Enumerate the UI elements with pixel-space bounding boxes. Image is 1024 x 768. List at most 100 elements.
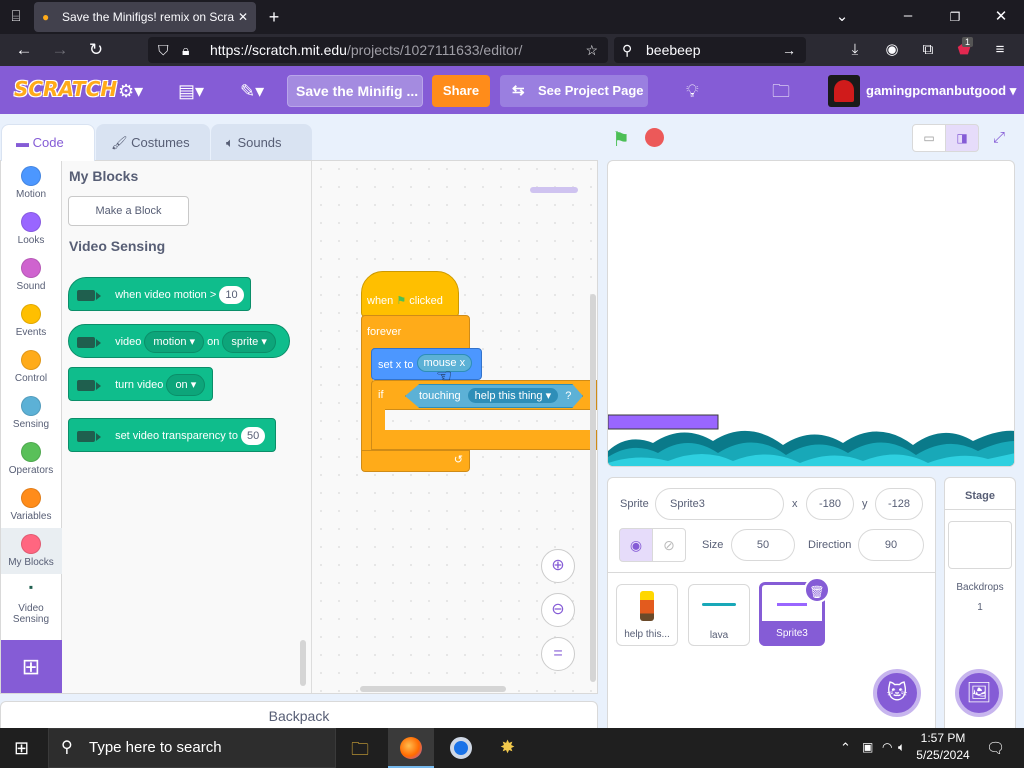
taskbar-clock[interactable]: 1:57 PM 5/25/2024 bbox=[915, 730, 971, 764]
workspace-vertical-scrollbar[interactable] bbox=[590, 294, 596, 682]
taskbar-search-icon: ⚲ bbox=[61, 739, 73, 756]
backpack-bar[interactable]: Backpack bbox=[0, 701, 598, 729]
motion-value-input[interactable]: 10 bbox=[219, 286, 244, 305]
tab-list-icon[interactable]: ⌸ bbox=[6, 9, 26, 25]
username[interactable]: gamingpcmanbutgood ▾ bbox=[866, 83, 1016, 99]
category-video-sensing[interactable]: ▪︎ Video Sensing bbox=[0, 580, 62, 625]
restore-icon[interactable]: ❐ bbox=[945, 9, 965, 25]
transparency-value-input[interactable]: 50 bbox=[241, 427, 266, 446]
app-bee-icon[interactable]: ✸ bbox=[500, 737, 515, 758]
chrome-icon[interactable] bbox=[450, 737, 472, 759]
see-project-page-button[interactable]: ⇆ See Project Page bbox=[500, 75, 648, 107]
stage-thumbnail[interactable] bbox=[948, 521, 1012, 569]
avatar[interactable] bbox=[828, 75, 860, 107]
downloads-icon[interactable]: ⤓ bbox=[845, 42, 865, 58]
category-my-blocks[interactable]: My Blocks bbox=[0, 534, 62, 568]
sprite-thumb-lava[interactable]: lava bbox=[688, 584, 750, 646]
new-tab-icon[interactable]: + bbox=[264, 8, 284, 26]
tab-close-icon[interactable]: ✕ bbox=[238, 2, 248, 32]
address-bar[interactable]: ⛉ 🔒︎ https://scratch.mit.edu/projects/10… bbox=[148, 37, 608, 63]
account-icon[interactable]: ◉ bbox=[882, 42, 902, 58]
windows-start-icon[interactable]: ⊞ bbox=[14, 738, 29, 758]
attribute-dropdown[interactable]: motion ▾ bbox=[144, 331, 205, 354]
file-menu-icon[interactable]: ▤▾ bbox=[178, 81, 204, 101]
direction-label: Direction bbox=[808, 539, 852, 551]
category-looks[interactable]: Looks bbox=[0, 212, 62, 246]
search-bar[interactable]: ⚲ beebeep → bbox=[614, 37, 806, 63]
forward-icon[interactable]: → bbox=[50, 41, 70, 58]
small-stage-icon[interactable]: ▭ bbox=[912, 124, 946, 152]
search-go-icon[interactable]: → bbox=[782, 37, 796, 63]
tab-costumes[interactable]: 🖌︎ Costumes bbox=[96, 124, 210, 160]
minimize-icon[interactable]: – bbox=[898, 8, 918, 24]
taskbar-search-box[interactable]: ⚲ Type here to search bbox=[48, 728, 336, 768]
tab-dropdown-icon[interactable]: ⌄ bbox=[832, 9, 852, 25]
tab-code[interactable]: ▬ Code bbox=[1, 124, 95, 161]
set-video-transparency-block[interactable]: set video transparency to 50 bbox=[68, 418, 276, 452]
hide-sprite-eye-icon[interactable]: ⊘ bbox=[652, 528, 686, 562]
subject-dropdown[interactable]: sprite ▾ bbox=[222, 331, 276, 354]
settings-gear-icon[interactable]: ⚙▾ bbox=[118, 81, 143, 101]
direction-field[interactable]: 90 bbox=[858, 529, 924, 561]
video-state-dropdown[interactable]: on ▾ bbox=[166, 374, 206, 397]
y-position-field[interactable]: -128 bbox=[875, 488, 923, 520]
show-sprite-eye-icon[interactable]: ◉ bbox=[619, 528, 653, 562]
sprite-name-field[interactable]: Sprite3 bbox=[655, 488, 784, 520]
category-sound[interactable]: Sound bbox=[0, 258, 62, 292]
set-x-block[interactable]: set x to mouse x bbox=[371, 348, 482, 380]
bookmark-star-icon[interactable]: ☆ bbox=[585, 37, 598, 63]
debug-lightbulb-icon[interactable]: 💡︎ bbox=[686, 81, 699, 101]
share-button[interactable]: Share bbox=[432, 75, 490, 107]
back-icon[interactable]: ← bbox=[14, 41, 34, 58]
category-motion[interactable]: Motion bbox=[0, 166, 62, 200]
choose-sprite-cat-icon[interactable]: 🐱︎ bbox=[873, 669, 921, 717]
fullscreen-icon[interactable]: ⤢ bbox=[985, 124, 1013, 152]
choose-backdrop-icon[interactable]: 🖼︎ bbox=[955, 669, 1003, 717]
when-video-motion-block[interactable]: when video motion > 10 bbox=[68, 277, 251, 311]
app-menu-icon[interactable]: ≡ bbox=[990, 42, 1010, 58]
green-flag-run-icon[interactable]: ⚑ bbox=[612, 127, 630, 152]
my-stuff-folder-icon[interactable]: 🗀 bbox=[772, 81, 790, 101]
palette-scrollbar[interactable] bbox=[300, 640, 306, 686]
sprite-thumb-help-this[interactable]: help this... bbox=[616, 584, 678, 646]
wifi-icon[interactable]: ◠ bbox=[882, 740, 892, 754]
normal-stage-icon[interactable]: ◨ bbox=[945, 124, 979, 152]
video-sensing-reporter[interactable]: video motion ▾ on sprite ▾ bbox=[68, 324, 290, 358]
setx-text: set x to bbox=[378, 358, 414, 371]
scratch-logo[interactable]: SCRATCH bbox=[14, 77, 117, 101]
project-title-input[interactable]: Save the Minifig ... bbox=[287, 75, 423, 107]
category-variables[interactable]: Variables bbox=[0, 488, 62, 522]
zoom-in-icon[interactable]: ⊕ bbox=[541, 549, 575, 583]
tab-sounds[interactable]: 🔈︎ Sounds bbox=[211, 124, 312, 160]
delete-sprite-trash-icon[interactable]: 🗑︎ bbox=[804, 577, 830, 603]
browser-tab[interactable]: ● Save the Minifigs! remix on Scra ✕ bbox=[34, 2, 256, 32]
make-a-block-button[interactable]: Make a Block bbox=[68, 196, 189, 226]
turn-video-block[interactable]: turn video on ▾ bbox=[68, 367, 213, 401]
category-events[interactable]: Events bbox=[0, 304, 62, 338]
forever-block[interactable]: forever bbox=[361, 315, 470, 349]
notifications-icon[interactable]: 🗨︎ bbox=[986, 739, 1005, 757]
file-explorer-icon[interactable]: 🗀 bbox=[351, 737, 369, 767]
network-icon[interactable]: ▣ bbox=[862, 740, 873, 754]
category-operators[interactable]: Operators bbox=[0, 442, 62, 476]
edit-menu-icon[interactable]: ✎▾ bbox=[240, 81, 264, 101]
size-field[interactable]: 50 bbox=[731, 529, 795, 561]
volume-icon[interactable]: 🔈︎ bbox=[898, 740, 905, 755]
tray-chevron-icon[interactable]: ⌃ bbox=[840, 740, 851, 756]
touching-sensing-block[interactable]: touching help this thing ▾ ? bbox=[405, 384, 583, 408]
category-sensing[interactable]: Sensing bbox=[0, 396, 62, 430]
zoom-out-icon[interactable]: ⊖ bbox=[541, 593, 575, 627]
firefox-taskbar-item[interactable] bbox=[388, 728, 434, 768]
touching-target-dropdown[interactable]: help this thing ▾ bbox=[467, 388, 559, 403]
zoom-reset-icon[interactable]: = bbox=[541, 637, 575, 671]
category-control[interactable]: Control bbox=[0, 350, 62, 384]
stage-canvas[interactable] bbox=[607, 160, 1015, 467]
window-close-icon[interactable]: ✕ bbox=[991, 9, 1011, 25]
stop-sign-icon[interactable] bbox=[645, 128, 664, 147]
when-flag-clicked-block[interactable]: when ⚑ clicked bbox=[361, 271, 459, 317]
add-extension-icon[interactable]: ⊞ bbox=[0, 640, 62, 694]
extensions-icon[interactable]: ⧉ bbox=[918, 42, 938, 58]
reload-icon[interactable]: ↻ bbox=[86, 41, 106, 58]
x-position-field[interactable]: -180 bbox=[806, 488, 854, 520]
workspace-horizontal-scrollbar[interactable] bbox=[360, 686, 506, 692]
